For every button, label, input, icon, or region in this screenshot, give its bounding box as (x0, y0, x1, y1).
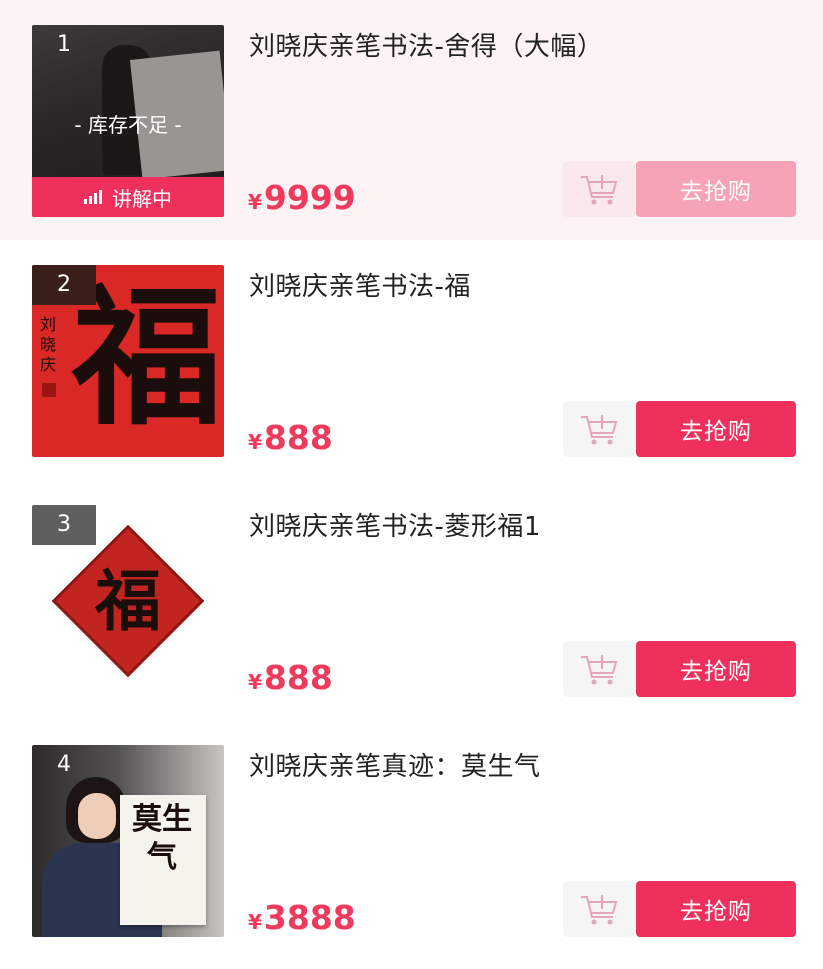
product-thumbnail[interactable]: 莫生气 4 (32, 745, 224, 937)
product-thumbnail[interactable]: 刘晓庆 福 2 (32, 265, 224, 457)
product-thumbnail[interactable]: 1 - 库存不足 - 讲解中 (32, 25, 224, 217)
person-face (78, 793, 116, 839)
rank-badge: 1 (57, 32, 71, 57)
cart-add-icon (581, 655, 618, 685)
product-price: ¥9999 (248, 178, 356, 217)
currency-symbol: ¥ (248, 190, 262, 214)
product-item[interactable]: 刘晓庆 福 2 刘晓庆亲笔书法-福 ¥888 去抢购 (0, 240, 823, 480)
live-explaining-badge: 讲解中 (32, 177, 224, 217)
add-to-cart-button[interactable] (563, 881, 635, 937)
product-title[interactable]: 刘晓庆亲笔书法-舍得（大幅） (249, 26, 603, 63)
add-to-cart-button[interactable] (563, 161, 635, 217)
product-item[interactable]: 1 - 库存不足 - 讲解中 刘晓庆亲笔书法-舍得（大幅） ¥9999 去抢购 (0, 0, 823, 240)
rank-badge: 2 (32, 265, 96, 305)
buy-now-button[interactable]: 去抢购 (636, 161, 796, 217)
thumbnail-calligraphy: 莫生气 (132, 802, 192, 875)
seal-mark (42, 383, 56, 397)
product-price: ¥888 (248, 658, 333, 697)
product-list: 1 - 库存不足 - 讲解中 刘晓庆亲笔书法-舍得（大幅） ¥9999 去抢购 (0, 0, 823, 969)
cart-add-icon (581, 175, 618, 205)
signal-bars-icon (84, 190, 102, 204)
live-badge-label: 讲解中 (112, 186, 172, 211)
currency-symbol: ¥ (248, 910, 262, 934)
rank-badge: 4 (57, 752, 71, 777)
add-to-cart-button[interactable] (563, 401, 635, 457)
buy-now-button[interactable]: 去抢购 (636, 401, 796, 457)
currency-symbol: ¥ (248, 430, 262, 454)
price-value: 3888 (263, 898, 356, 937)
price-value: 888 (263, 418, 333, 457)
currency-symbol: ¥ (248, 670, 262, 694)
product-item[interactable]: 福 3 刘晓庆亲笔书法-菱形福1 ¥888 去抢购 (0, 480, 823, 720)
product-item[interactable]: 莫生气 4 刘晓庆亲笔真迹：莫生气 ¥3888 去抢购 (0, 720, 823, 960)
cart-add-icon (581, 895, 618, 925)
add-to-cart-button[interactable] (563, 641, 635, 697)
product-title[interactable]: 刘晓庆亲笔真迹：莫生气 (249, 746, 541, 783)
rank-badge: 3 (32, 505, 96, 545)
product-price: ¥3888 (248, 898, 356, 937)
product-title[interactable]: 刘晓庆亲笔书法-福 (249, 266, 471, 303)
product-thumbnail[interactable]: 福 3 (32, 505, 224, 697)
buy-now-button[interactable]: 去抢购 (636, 881, 796, 937)
product-title[interactable]: 刘晓庆亲笔书法-菱形福1 (249, 506, 541, 543)
buy-now-button[interactable]: 去抢购 (636, 641, 796, 697)
price-value: 888 (263, 658, 333, 697)
cart-add-icon (581, 415, 618, 445)
stock-status: - 库存不足 - (74, 113, 182, 137)
thumbnail-signature: 刘晓庆 (40, 315, 57, 374)
product-price: ¥888 (248, 418, 333, 457)
price-value: 9999 (263, 178, 356, 217)
